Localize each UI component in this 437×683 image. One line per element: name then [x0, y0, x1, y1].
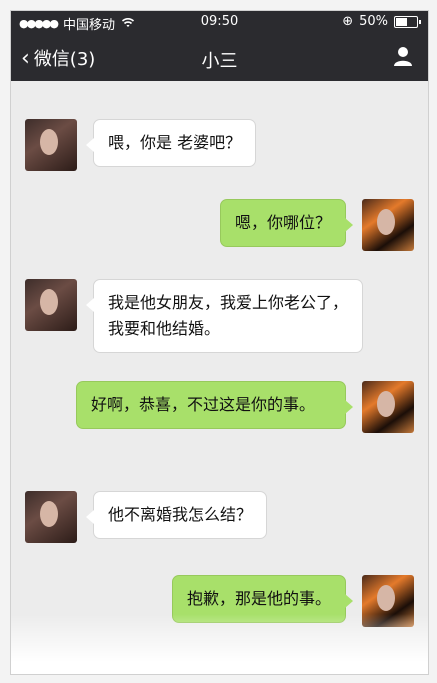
nav-bar: ‹ 微信(3) 小三 — [11, 33, 428, 81]
wechat-screen: ●●●●● 中国移动 09:50 ⊕ 50% ‹ 微信(3) 小三 喂，你是 老… — [10, 10, 429, 675]
message-bubble-incoming[interactable]: 我是他女朋友，我爱上你老公了，我要和他结婚。 — [86, 279, 363, 353]
bottom-fade — [11, 614, 428, 674]
contact-avatar[interactable] — [25, 491, 77, 543]
message-text: 我是他女朋友，我爱上你老公了，我要和他结婚。 — [108, 293, 349, 338]
chat-title: 小三 — [201, 51, 238, 72]
self-avatar[interactable] — [362, 199, 414, 251]
battery-icon — [394, 15, 421, 28]
message-text: 嗯，你哪位？ — [234, 213, 331, 232]
message-text: 喂，你是 老婆吧？ — [108, 133, 242, 152]
message-bubble-incoming[interactable]: 喂，你是 老婆吧？ — [85, 119, 257, 167]
person-icon — [394, 47, 412, 66]
status-right: ⊕ 50% — [342, 14, 421, 29]
orientation-lock-icon: ⊕ — [342, 14, 354, 29]
battery-percent: 50% — [359, 14, 388, 29]
status-bar: ●●●●● 中国移动 09:50 ⊕ 50% — [11, 11, 428, 33]
contact-profile-button[interactable] — [392, 45, 414, 67]
message-text: 好啊，恭喜，不过这是你的事。 — [91, 395, 316, 414]
chat-area[interactable]: 喂，你是 老婆吧？ 嗯，你哪位？ 我是他女朋友，我爱上你老公了，我要和他结婚。 … — [11, 81, 428, 674]
message-bubble-incoming[interactable]: 他不离婚我怎么结？ — [85, 491, 268, 539]
self-avatar[interactable] — [362, 381, 414, 433]
contact-avatar[interactable] — [25, 279, 77, 331]
contact-avatar[interactable] — [25, 119, 77, 171]
message-bubble-outgoing[interactable]: 好啊，恭喜，不过这是你的事。 — [76, 381, 353, 429]
message-bubble-outgoing[interactable]: 嗯，你哪位？ — [219, 199, 354, 247]
message-text: 抱歉，那是他的事。 — [186, 589, 331, 608]
message-text: 他不离婚我怎么结？ — [108, 505, 253, 524]
